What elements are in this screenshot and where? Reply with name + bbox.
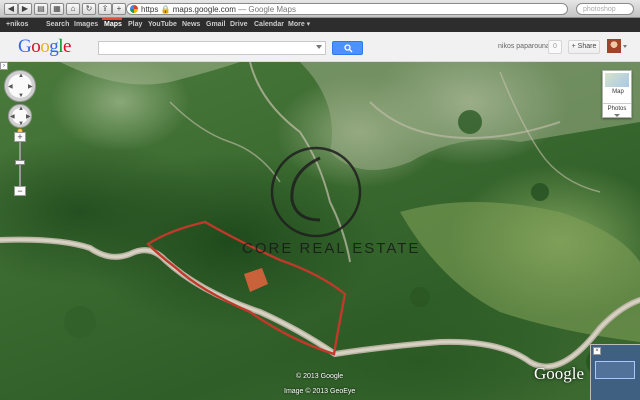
- add-bookmark-icon[interactable]: +: [112, 3, 126, 15]
- gbar-plus-user[interactable]: +nikos: [6, 18, 28, 32]
- gbar-calendar[interactable]: Calendar: [254, 18, 284, 32]
- pan-up-icon[interactable]: ▲: [18, 73, 24, 79]
- browser-search-field[interactable]: photoshop: [576, 3, 634, 15]
- overview-minimap[interactable]: ×: [590, 344, 640, 400]
- bookmarks-icon[interactable]: ▤: [34, 3, 48, 15]
- gbar-news[interactable]: News: [182, 18, 200, 32]
- chevron-down-icon[interactable]: [614, 114, 620, 117]
- top-sites-icon[interactable]: ▦: [50, 3, 64, 15]
- map-type-map[interactable]: Map: [605, 89, 631, 95]
- lock-icon: 🔒: [158, 5, 173, 14]
- address-bar[interactable]: https 🔒 maps.google.com — Google Maps: [126, 3, 568, 15]
- avatar[interactable]: [607, 39, 621, 53]
- google-corner-logo[interactable]: Google: [534, 364, 584, 384]
- google-logo[interactable]: Google: [18, 36, 71, 58]
- back-button[interactable]: ◀: [4, 3, 18, 15]
- rotate-right-icon[interactable]: ▶: [26, 113, 31, 120]
- map-thumbnail[interactable]: [605, 73, 629, 87]
- pan-left-icon[interactable]: ◀: [8, 83, 13, 90]
- gbar-maps[interactable]: Maps: [104, 18, 122, 32]
- gbar-images[interactable]: Images: [74, 18, 98, 32]
- search-icon: [344, 44, 353, 53]
- minimap-viewport[interactable]: [595, 361, 635, 379]
- copyright-google: © 2013 Google: [296, 373, 344, 380]
- pan-control[interactable]: ▲ ▼ ◀ ▶: [4, 70, 36, 102]
- home-icon[interactable]: ⌂: [66, 3, 80, 15]
- rotate-down-icon[interactable]: ▼: [18, 121, 24, 127]
- map-type-control[interactable]: Map Photos: [602, 70, 632, 118]
- gbar-youtube[interactable]: YouTube: [148, 18, 177, 32]
- page-title: — Google Maps: [238, 5, 296, 14]
- rotate-left-icon[interactable]: ◀: [10, 113, 15, 120]
- watermark-text: CORE REAL ESTATE: [242, 240, 421, 257]
- search-button[interactable]: [332, 41, 363, 55]
- gbar-drive[interactable]: Drive: [230, 18, 248, 32]
- map-terrain: [0, 62, 640, 376]
- browser-toolbar: ◀ ▶ ▤ ▦ ⌂ ↻ ⇪ + https 🔒 maps.google.com …: [0, 0, 640, 18]
- share-button[interactable]: + Share: [568, 40, 600, 54]
- map-type-photos[interactable]: Photos: [603, 103, 631, 112]
- gbar-play[interactable]: Play: [128, 18, 142, 32]
- expand-panel-icon[interactable]: ›: [0, 62, 8, 70]
- maps-search-input[interactable]: [98, 41, 326, 55]
- favicon-icon: [130, 5, 138, 13]
- notification-count[interactable]: 0: [548, 40, 562, 54]
- rotate-control[interactable]: ▲ ▼ ◀ ▶: [8, 104, 32, 128]
- zoom-slider-thumb[interactable]: [15, 160, 25, 165]
- gbar-more[interactable]: More ▾: [288, 18, 310, 32]
- url-host: maps.google.com: [172, 5, 236, 14]
- chevron-down-icon[interactable]: [623, 45, 627, 48]
- zoom-in-button[interactable]: +: [14, 132, 26, 142]
- minimap-toggle-icon[interactable]: ×: [593, 347, 601, 355]
- user-name[interactable]: nikos paparounas: [498, 43, 553, 50]
- gbar-search[interactable]: Search: [46, 18, 69, 32]
- rotate-up-icon[interactable]: ▲: [18, 106, 24, 112]
- forward-button[interactable]: ▶: [18, 3, 32, 15]
- pan-down-icon[interactable]: ▼: [18, 93, 24, 99]
- reload-icon[interactable]: ↻: [82, 3, 96, 15]
- pan-right-icon[interactable]: ▶: [28, 83, 33, 90]
- zoom-out-button[interactable]: −: [14, 186, 26, 196]
- copyright-imagery: Image © 2013 GeoEye: [284, 388, 356, 395]
- gbar-gmail[interactable]: Gmail: [206, 18, 225, 32]
- satellite-map[interactable]: › ▲ ▼ ◀ ▶ ▲ ▼ ◀ ▶ + − Map Photos CORE RE…: [0, 62, 640, 400]
- google-bar: +nikos Search Images Maps Play YouTube N…: [0, 18, 640, 32]
- maps-header: Google nikos paparounas 0 + Share: [0, 32, 640, 62]
- url-prefix: https: [141, 5, 159, 14]
- chevron-down-icon[interactable]: [316, 45, 322, 49]
- share-page-icon[interactable]: ⇪: [98, 3, 112, 15]
